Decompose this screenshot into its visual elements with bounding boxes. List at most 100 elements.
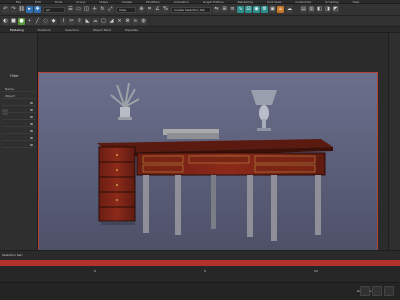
desk-scene[interactable] [39,73,377,259]
selection-filter-dropdown[interactable]: All [43,7,65,13]
graphite-icon[interactable]: ◐ [2,18,9,25]
project-icon[interactable]: ▥ [308,6,315,13]
bottom-bar: Grid = 10.0mm [0,282,400,300]
element-icon[interactable]: ◆ [50,18,57,25]
link-icon[interactable]: ⛓ [18,6,25,13]
relax-icon[interactable]: ≈ [132,18,139,25]
menu-rendering[interactable]: Rendering [238,0,253,4]
menu-create[interactable]: Create [122,0,132,4]
scale-icon[interactable]: ⤢ [107,6,114,13]
pivot-icon[interactable]: ⊕ [138,6,145,13]
render-icon[interactable]: ☕ [277,6,284,13]
window-crossing-icon[interactable]: ◫ [83,6,90,13]
select-object-icon[interactable]: ▸ [26,6,33,13]
bevel-icon[interactable]: ◢ [108,18,115,25]
toolbar-extra2-icon[interactable]: ◨ [324,6,331,13]
move-icon[interactable]: ✛ [91,6,98,13]
explorer-row[interactable] [2,114,36,120]
menu-graph-editors[interactable]: Graph Editors [203,0,224,4]
visibility-icon[interactable] [30,144,33,146]
freeform-icon[interactable]: ● [18,18,25,25]
menu-modifiers[interactable]: Modifiers [146,0,160,4]
cut-icon[interactable]: ✂ [68,18,75,25]
menu-edit[interactable]: Edit [35,0,41,4]
explorer-row[interactable] [2,100,36,106]
redo-icon[interactable]: ↷ [10,6,17,13]
menu-file[interactable]: File [16,0,21,4]
percent-snap-icon[interactable]: % [162,6,169,13]
menu-group[interactable]: Group [76,0,85,4]
explorer-row[interactable] [2,121,36,127]
target-weld-icon[interactable]: ⊗ [124,18,131,25]
mirror-icon[interactable]: ⇋ [213,6,220,13]
explorer-row[interactable] [2,107,36,113]
visibility-icon[interactable] [30,130,33,132]
timeline-tick: 0 [94,269,96,273]
selection-set-label[interactable]: Selection Set: [2,253,23,258]
tab-populate[interactable]: Populate [125,27,138,32]
inset-icon[interactable]: ▢ [100,18,107,25]
track-bar[interactable]: 0 5 10 [0,266,400,282]
render-online-icon[interactable]: ☁ [286,6,293,13]
menu-views[interactable]: Views [99,0,108,4]
visibility-icon[interactable] [30,116,33,118]
visibility-icon[interactable] [30,109,33,111]
playback-icon[interactable] [360,286,370,296]
zoom-extents-icon[interactable] [384,286,394,296]
menu-civil-view[interactable]: Civil View [267,0,281,4]
books [163,129,219,139]
rectangle-select-icon[interactable]: ▭ [75,6,82,13]
toolbar-extra3-icon[interactable]: ◩ [332,6,339,13]
bridge-icon[interactable]: ⌓ [92,18,99,25]
toolbar-extra-icon[interactable]: ◧ [316,6,323,13]
status-bar: Selection Set: [0,250,400,260]
visibility-icon[interactable] [30,102,33,104]
time-config-icon[interactable] [372,286,382,296]
tab-object-paint[interactable]: Object Paint [93,27,111,32]
explorer-column-name[interactable]: Name [2,86,36,92]
explorer-row[interactable]: Object [2,93,36,99]
menu-tools[interactable]: Tools [55,0,62,4]
meshsmooth-icon[interactable]: ◍ [140,18,147,25]
rendered-frame-icon[interactable]: ▣ [269,6,276,13]
layers-icon[interactable]: ≡ [229,6,236,13]
select-by-name-icon[interactable]: ☰ [67,6,74,13]
timeline-tick: 5 [204,269,206,273]
edge-icon[interactable]: ╱ [34,18,41,25]
menu-customize[interactable]: Customize [295,0,311,4]
perspective-viewport[interactable]: [ + ] [ Perspective ] [ User Defined ] [… [38,72,378,260]
select-move-icon[interactable]: ✥ [34,6,41,13]
explorer-row[interactable] [2,128,36,134]
align-icon[interactable]: ⊞ [221,6,228,13]
render-setup-icon[interactable]: ⚙ [261,6,268,13]
visibility-icon[interactable] [30,137,33,139]
main-toolbar: ↶ ↷ ⛓ ▸ ✥ All ☰ ▭ ◫ ✛ ↻ ⤢ View ⊕ ⌗ ∠ % C… [0,4,400,16]
vertex-icon[interactable]: ∙ [26,18,33,25]
named-selection-dropdown[interactable]: Create Selection Set [171,7,211,13]
undo-icon[interactable]: ↶ [2,6,9,13]
border-icon[interactable]: ◌ [42,18,49,25]
visibility-icon[interactable] [30,123,33,125]
chamfer-icon[interactable]: ◣ [84,18,91,25]
material-editor-icon[interactable]: ◉ [253,6,260,13]
extrude-icon[interactable]: ⇪ [76,18,83,25]
explorer-row[interactable] [2,135,36,141]
schematic-view-icon[interactable]: ⊡ [245,6,252,13]
snap-toggle-icon[interactable]: ⌗ [146,6,153,13]
swift-loop-icon[interactable]: ⌇ [60,18,67,25]
menu-scripting[interactable]: Scripting [325,0,338,4]
weld-icon[interactable]: ⨯ [116,18,123,25]
tab-freeform[interactable]: Freeform [38,27,51,32]
menu-help[interactable]: Help [353,0,360,4]
menu-animation[interactable]: Animation [174,0,189,4]
reference-coordinate-dropdown[interactable]: View [116,7,136,13]
workspace-icon[interactable]: ▤ [300,6,307,13]
curve-editor-icon[interactable]: ∿ [237,6,244,13]
rotate-icon[interactable]: ↻ [99,6,106,13]
tab-modeling[interactable]: Modeling [10,27,24,32]
command-panel[interactable] [388,33,400,250]
polygon-mode-icon[interactable]: ■ [10,18,17,25]
tab-selection[interactable]: Selection [65,27,79,32]
explorer-row[interactable] [2,142,36,148]
angle-snap-icon[interactable]: ∠ [154,6,161,13]
